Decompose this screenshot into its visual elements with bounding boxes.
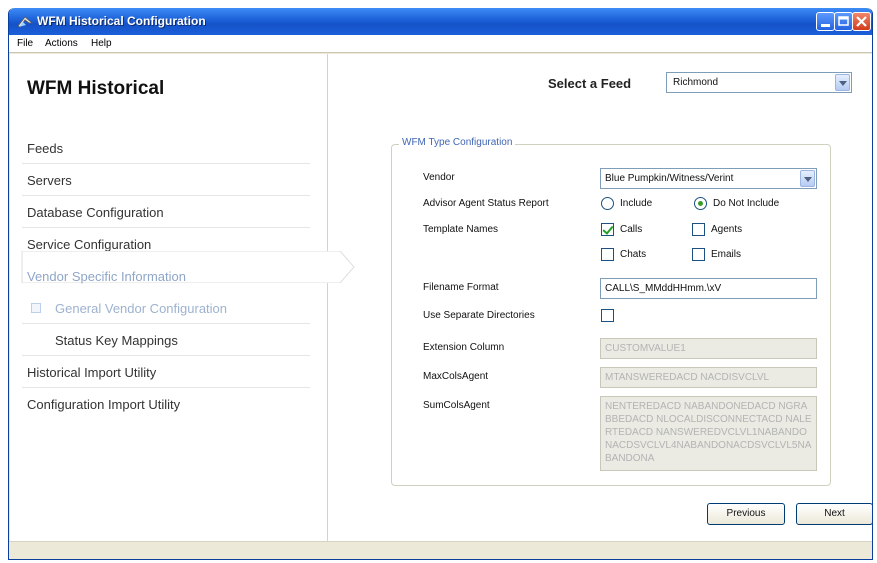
agents-checkbox[interactable] bbox=[692, 223, 705, 236]
maximize-icon bbox=[838, 16, 849, 26]
sidebar-title: WFM Historical bbox=[27, 78, 165, 99]
sumcolsagent-label: SumColsAgent bbox=[423, 400, 490, 411]
app-icon bbox=[17, 16, 33, 28]
sidebar-item-label: General Vendor Configuration bbox=[55, 301, 228, 316]
close-icon bbox=[856, 16, 867, 27]
feed-label: Select a Feed bbox=[548, 76, 632, 91]
sidebar-item-configuration-import-utility[interactable]: Configuration Import Utility bbox=[22, 388, 310, 420]
include-radio[interactable] bbox=[601, 197, 614, 210]
emails-checkbox-label: Emails bbox=[711, 249, 742, 260]
menu-help[interactable]: Help bbox=[91, 38, 112, 49]
content-area: WFM Historical Feeds Servers Database Co… bbox=[10, 54, 872, 541]
maxcolsagent-value: MTANSWEREDACD NACDISVCLVL bbox=[605, 372, 770, 383]
main-panel: Select a Feed Richmond WFM Type Configur… bbox=[329, 54, 872, 541]
sumcolsagent-value: NENTEREDACD NABANDONEDACD NGRABBEDACD NL… bbox=[605, 401, 812, 464]
minimize-button[interactable] bbox=[816, 12, 835, 31]
menu-bar: File Actions Help bbox=[9, 35, 872, 53]
separate-directories-checkbox[interactable] bbox=[601, 309, 614, 322]
vendor-select[interactable]: Blue Pumpkin/Witness/Verint bbox=[600, 168, 817, 189]
do-not-include-radio[interactable] bbox=[694, 197, 707, 210]
agents-checkbox-label: Agents bbox=[711, 224, 743, 235]
filename-format-value: CALL\S_MMddHHmm.\xV bbox=[605, 283, 722, 294]
feed-select-value: Richmond bbox=[673, 77, 719, 88]
calls-checkbox[interactable] bbox=[601, 223, 614, 236]
do-not-include-radio-label: Do Not Include bbox=[713, 198, 780, 209]
sidebar-item-feeds[interactable]: Feeds bbox=[22, 132, 310, 164]
maximize-button[interactable] bbox=[834, 12, 853, 31]
window-title: WFM Historical Configuration bbox=[37, 14, 206, 28]
chats-checkbox-label: Chats bbox=[620, 249, 647, 260]
chats-checkbox[interactable] bbox=[601, 248, 614, 261]
sumcolsagent-textarea: NENTEREDACD NABANDONEDACD NGRABBEDACD NL… bbox=[600, 396, 817, 471]
include-radio-label: Include bbox=[620, 198, 653, 209]
advisor-label: Advisor Agent Status Report bbox=[423, 198, 549, 209]
sidebar-item-vendor-specific-information[interactable]: Vendor Specific Information bbox=[22, 260, 310, 290]
filename-format-label: Filename Format bbox=[423, 282, 499, 293]
sidebar-item-servers[interactable]: Servers bbox=[22, 164, 310, 196]
maxcolsagent-input: MTANSWEREDACD NACDISVCLVL bbox=[600, 367, 817, 388]
status-bar bbox=[9, 541, 872, 559]
emails-checkbox[interactable] bbox=[692, 248, 705, 261]
next-button[interactable]: Next bbox=[796, 503, 872, 525]
extension-column-value: CUSTOMVALUE1 bbox=[605, 343, 686, 354]
app-window: WFM Historical Configuration File Action… bbox=[8, 8, 873, 560]
minimize-icon bbox=[821, 24, 830, 27]
template-names-label: Template Names bbox=[423, 224, 499, 235]
extension-column-input: CUSTOMVALUE1 bbox=[600, 338, 817, 359]
menu-file[interactable]: File bbox=[17, 38, 33, 49]
selected-indicator-icon bbox=[31, 303, 41, 313]
vendor-select-value: Blue Pumpkin/Witness/Verint bbox=[605, 173, 734, 184]
calls-checkbox-label: Calls bbox=[620, 224, 643, 235]
maxcolsagent-label: MaxColsAgent bbox=[423, 371, 489, 382]
vendor-label: Vendor bbox=[423, 172, 455, 183]
separate-directories-label: Use Separate Directories bbox=[423, 310, 535, 321]
chevron-down-icon[interactable] bbox=[800, 170, 815, 187]
title-bar[interactable]: WFM Historical Configuration bbox=[9, 8, 872, 35]
sidebar-item-status-key-mappings[interactable]: Status Key Mappings bbox=[22, 324, 310, 356]
extension-column-label: Extension Column bbox=[423, 342, 505, 353]
chevron-down-icon[interactable] bbox=[835, 74, 850, 91]
feed-select[interactable]: Richmond bbox=[666, 72, 852, 93]
sidebar-item-database-configuration[interactable]: Database Configuration bbox=[22, 196, 310, 228]
menu-actions[interactable]: Actions bbox=[45, 38, 78, 49]
filename-format-input[interactable]: CALL\S_MMddHHmm.\xV bbox=[600, 278, 817, 299]
sidebar-item-historical-import-utility[interactable]: Historical Import Utility bbox=[22, 356, 310, 388]
sidebar-item-label: Status Key Mappings bbox=[55, 333, 178, 348]
close-button[interactable] bbox=[852, 12, 871, 31]
sidebar-item-general-vendor-configuration[interactable]: General Vendor Configuration bbox=[22, 292, 310, 324]
group-legend: WFM Type Configuration bbox=[399, 137, 516, 148]
previous-button[interactable]: Previous bbox=[707, 503, 785, 525]
